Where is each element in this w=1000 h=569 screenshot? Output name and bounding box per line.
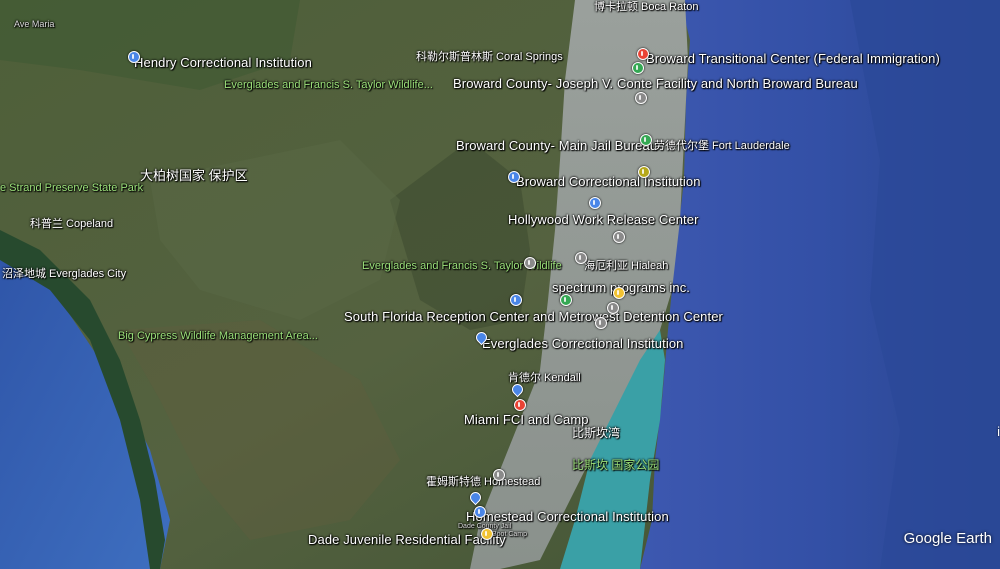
map-view[interactable]: Ave Maria Hendry Correctional Institutio… <box>0 0 1000 569</box>
label-biscayne-np: 比斯坎 国家公园 <box>572 458 660 472</box>
pin-hendry-ci[interactable] <box>128 51 140 63</box>
label-big-cypress-cn: 大柏树国家 保护区 <box>140 168 248 183</box>
label-broward-ci[interactable]: Broward Correctional Institution <box>516 175 701 188</box>
label-biscayne-bay: 比斯坎湾 <box>572 426 621 440</box>
pin-broward-transitional[interactable] <box>637 48 649 60</box>
pin-spectrum[interactable] <box>613 287 625 299</box>
label-everglades-city: 沼泽地城 Everglades City <box>2 268 127 280</box>
pin-metrowest[interactable] <box>560 294 572 306</box>
label-fort-lauderdale: 劳德代尔堡 Fort Lauderdale <box>654 140 790 152</box>
pin-pompano[interactable] <box>635 92 647 104</box>
label-broward-transitional[interactable]: Broward Transitional Center (Federal Imm… <box>646 52 940 65</box>
label-hialeah: 海厄利亚 Hialeah <box>584 260 669 272</box>
label-everglades-ci[interactable]: Everglades Correctional Institution <box>482 337 684 350</box>
label-homestead-ci[interactable]: Homestead Correctional Institution <box>466 510 669 523</box>
pin-dade-juvenile[interactable] <box>481 528 493 540</box>
pin-miami-fci[interactable] <box>514 399 526 411</box>
label-everglades-wildlife-1: Everglades and Francis S. Taylor Wildlif… <box>224 79 433 91</box>
pin-conte-facility[interactable] <box>632 62 644 74</box>
pin-homestead-1[interactable] <box>493 469 505 481</box>
label-homestead: 霍姆斯特德 Homestead <box>426 476 541 488</box>
pin-everglades-wildlife[interactable] <box>524 257 536 269</box>
pin-main-jail[interactable] <box>640 134 652 146</box>
pin-homestead-2[interactable] <box>474 506 486 518</box>
label-main-jail[interactable]: Broward County- Main Jail Bureau <box>456 139 657 152</box>
pin-miami-2[interactable] <box>595 317 607 329</box>
pin-south-florida-reception[interactable] <box>510 294 522 306</box>
pin-broward-ci[interactable] <box>508 171 520 183</box>
google-earth-logo: Google Earth <box>903 530 992 547</box>
label-conte-facility[interactable]: Broward County- Joseph V. Conte Facility… <box>453 77 858 90</box>
label-copeland: 科普兰 Copeland <box>30 218 114 230</box>
label-kendall: 肯德尔 Kendall <box>508 372 581 384</box>
label-ave-maria: Ave Maria <box>14 19 55 29</box>
label-coral-springs: 科勒尔斯普林斯 Coral Springs <box>416 51 563 63</box>
label-dade-juvenile[interactable]: Dade Juvenile Residential Facility <box>308 533 506 546</box>
pin-hialeah[interactable] <box>575 252 587 264</box>
label-hendry-ci[interactable]: Hendry Correctional Institution <box>134 56 312 69</box>
label-hollywood-wrc[interactable]: Hollywood Work Release Center <box>508 213 699 226</box>
label-strand-preserve: e Strand Preserve State Park <box>0 182 144 194</box>
label-miami-fci[interactable]: Miami FCI and Camp <box>464 413 589 426</box>
pin-fort-lauderdale[interactable] <box>638 166 650 178</box>
pin-hollywood-2[interactable] <box>613 231 625 243</box>
label-big-cypress-wma: Big Cypress Wildlife Management Area... <box>118 330 318 342</box>
pin-miami-1[interactable] <box>607 302 619 314</box>
label-boca-raton: 博卡拉顿 Boca Raton <box>594 1 699 13</box>
label-south-florida-reception[interactable]: South Florida Reception Center and Metro… <box>344 310 723 323</box>
pin-hollywood-wrc[interactable] <box>589 197 601 209</box>
